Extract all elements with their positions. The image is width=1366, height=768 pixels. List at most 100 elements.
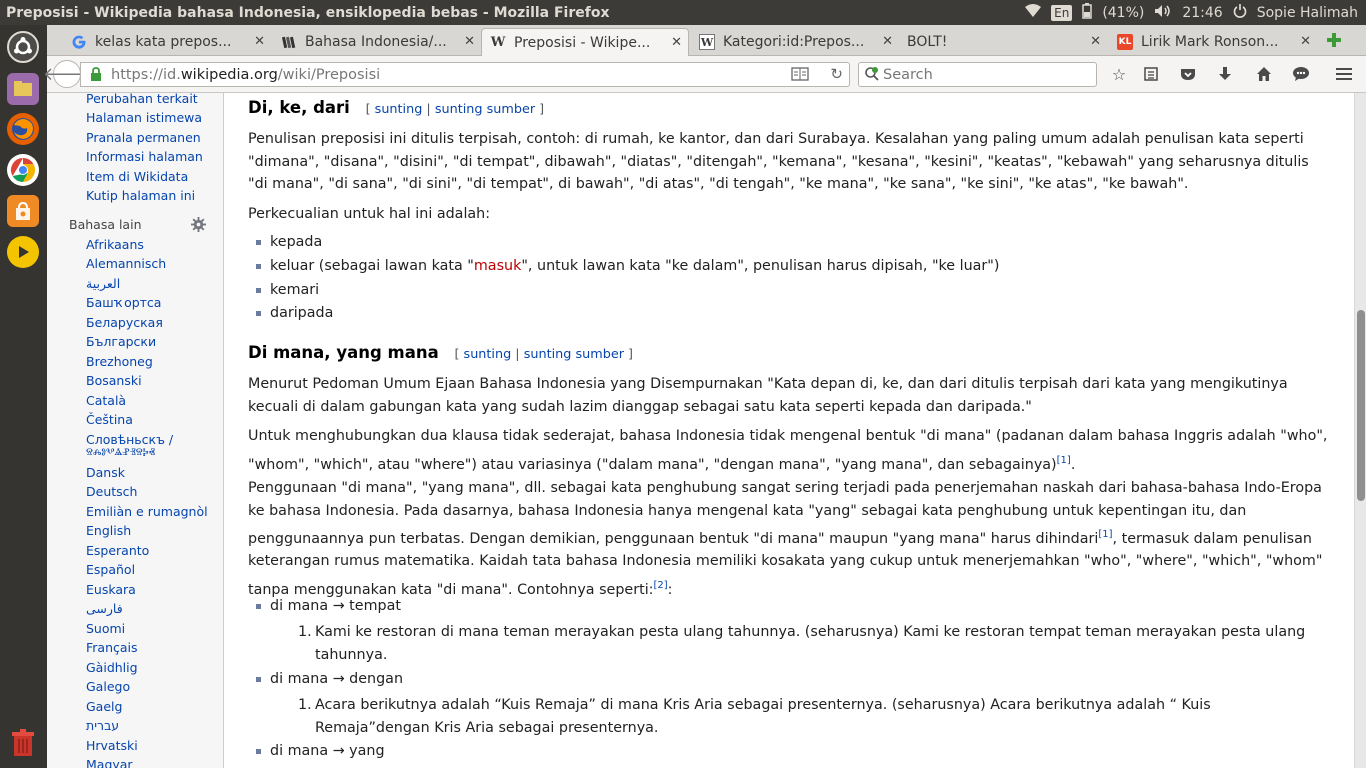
sidebar-language-link[interactable]: Bosanski: [86, 373, 142, 388]
search-input[interactable]: Search: [858, 62, 1097, 87]
sidebar-language-link[interactable]: Afrikaans: [86, 237, 144, 252]
sidebar-language-link[interactable]: Català: [86, 393, 126, 408]
volume-icon[interactable]: [1154, 4, 1172, 22]
edit-link[interactable]: sunting: [464, 347, 512, 362]
sidebar-language-link[interactable]: Euskara: [86, 582, 136, 597]
lock-icon[interactable]: [90, 67, 102, 85]
edit-source-link[interactable]: sunting sumber: [435, 102, 535, 117]
wikipedia-icon: W: [490, 35, 506, 50]
tab-label: Lirik Mark Ronson...: [1141, 34, 1279, 50]
red-link-masuk[interactable]: masuk: [474, 258, 521, 274]
sidebar-tool-link[interactable]: Informasi halaman: [86, 149, 203, 164]
tab-close-icon[interactable]: ✕: [882, 34, 893, 49]
sidebar-language-link[interactable]: Dansk: [86, 465, 125, 480]
sidebar-language-link[interactable]: Brezhoneg: [86, 354, 153, 369]
power-icon[interactable]: [1233, 3, 1247, 22]
user-name[interactable]: Sopie Halimah: [1257, 5, 1358, 21]
gear-icon[interactable]: [191, 217, 206, 236]
plus-icon: [1327, 33, 1341, 47]
sidebar-language-link[interactable]: Emiliàn e rumagnòl: [86, 504, 208, 519]
sidebar-language-link[interactable]: Esperanto: [86, 543, 149, 558]
sidebar-language-link[interactable]: Беларуская: [86, 315, 163, 330]
tab-1[interactable]: kelas kata prepos... ✕: [63, 28, 271, 56]
tab-close-icon[interactable]: ✕: [254, 34, 265, 49]
tab-3-active[interactable]: W Preposisi - Wikipe... ✕: [481, 28, 689, 56]
section-heading: Di mana, yang mana [ sunting | sunting s…: [248, 343, 633, 362]
sidebar-language-link[interactable]: English: [86, 523, 131, 538]
battery-icon[interactable]: [1082, 2, 1093, 23]
chrome-icon[interactable]: [7, 154, 39, 186]
tab-label: Preposisi - Wikipe...: [514, 34, 651, 51]
page-scrollbar[interactable]: [1354, 93, 1366, 768]
sidebar-language-link[interactable]: Gaelg: [86, 699, 122, 714]
sidebar-language-link[interactable]: Български: [86, 334, 156, 349]
edit-section-links: [ sunting | sunting sumber ]: [454, 347, 634, 362]
edit-link[interactable]: sunting: [375, 102, 423, 117]
edit-section-links: [ sunting | sunting sumber ]: [365, 102, 545, 117]
sidebar-language-link[interactable]: Gàidhlig: [86, 660, 138, 675]
media-player-icon[interactable]: [7, 236, 39, 268]
sidebar-language-link[interactable]: Hrvatski: [86, 738, 138, 753]
sidebar-language-link[interactable]: Deutsch: [86, 484, 137, 499]
sidebar-tool-link[interactable]: Item di Wikidata: [86, 169, 188, 184]
keyboard-layout-indicator[interactable]: En: [1051, 4, 1073, 21]
trash-icon[interactable]: [7, 727, 39, 759]
edit-source-link[interactable]: sunting sumber: [524, 347, 624, 362]
back-button[interactable]: 🡐: [43, 60, 91, 88]
clock[interactable]: 21:46: [1182, 5, 1222, 21]
hamburger-menu-icon[interactable]: [1333, 63, 1355, 85]
sidebar-tool-link[interactable]: Perubahan terkait: [86, 93, 198, 106]
wifi-icon[interactable]: [1025, 3, 1042, 22]
tab-6[interactable]: KL Lirik Mark Ronson... ✕: [1109, 28, 1317, 56]
tab-close-icon[interactable]: ✕: [464, 34, 475, 49]
download-icon[interactable]: [1214, 63, 1236, 85]
navigation-toolbar: 🡐 https://id. wikipedia.org/wiki/Preposis…: [43, 56, 1366, 93]
url-prefix: https://id.: [111, 66, 181, 83]
sidebar-language-link[interactable]: Galego: [86, 679, 130, 694]
tab-4[interactable]: W Kategori:id:Prepos... ✕: [691, 28, 899, 56]
tab-5[interactable]: BOLT! ✕: [899, 28, 1107, 56]
sidebar-language-link[interactable]: Magyar: [86, 757, 133, 768]
software-center-icon[interactable]: [7, 195, 39, 227]
reader-view-icon[interactable]: [791, 66, 809, 86]
sidebar-language-link[interactable]: Alemannisch: [86, 256, 166, 271]
firefox-icon[interactable]: [7, 113, 39, 145]
sidebar-language-link[interactable]: Čeština: [86, 412, 133, 427]
ubuntu-icon[interactable]: [7, 31, 39, 63]
window-title: Preposisi - Wikipedia bahasa Indonesia, …: [6, 4, 610, 21]
sidebar-tool-link[interactable]: Kutip halaman ini: [86, 188, 195, 203]
sidebar-language-link[interactable]: Башҡортса: [86, 295, 161, 310]
tab-close-icon[interactable]: ✕: [671, 35, 682, 50]
sidebar-language-link[interactable]: Español: [86, 562, 135, 577]
bookmark-star-icon[interactable]: ☆: [1108, 63, 1130, 85]
scrollbar-thumb[interactable]: [1357, 310, 1365, 501]
system-top-bar: Preposisi - Wikipedia bahasa Indonesia, …: [0, 0, 1366, 25]
sidebar-language-link[interactable]: العربية: [86, 276, 120, 291]
paragraph: Untuk menghubungkan dua klausa tidak sed…: [248, 428, 1328, 473]
section-title: Di, ke, dari: [248, 98, 350, 117]
tab-close-icon[interactable]: ✕: [1090, 34, 1101, 49]
sidebar-language-link[interactable]: עברית: [86, 718, 119, 733]
sidebar-language-link[interactable]: Français: [86, 640, 138, 655]
sidebar-language-link[interactable]: Словѣньскъ /: [86, 432, 173, 447]
list-text: ", untuk lawan kata "ke dalam", penulisa…: [521, 258, 1000, 274]
sidebar-language-link[interactable]: فارسی: [86, 601, 123, 616]
reload-icon[interactable]: ↻: [830, 65, 843, 83]
sidebar-language-link[interactable]: Suomi: [86, 621, 125, 636]
home-icon[interactable]: [1253, 63, 1275, 85]
sidebar-language-link[interactable]: ⰔⰎⰑⰂⰡⰐⰠⰔⰍⰟ: [86, 447, 155, 458]
url-bar[interactable]: https://id. wikipedia.org/wiki/Preposisi …: [80, 62, 850, 87]
search-engine-icon[interactable]: [864, 66, 880, 86]
citation-link[interactable]: [2]: [654, 580, 668, 591]
tab-2[interactable]: Bahasa Indonesia/... ✕: [273, 28, 481, 56]
sidebar-tool-link[interactable]: Pranala permanen: [86, 130, 201, 145]
bookmarks-list-icon[interactable]: [1140, 63, 1162, 85]
new-tab-button[interactable]: [1323, 28, 1345, 52]
citation-link[interactable]: [1]: [1098, 529, 1112, 540]
pocket-icon[interactable]: [1177, 63, 1199, 85]
citation-link[interactable]: [1]: [1057, 455, 1071, 466]
chat-icon[interactable]: [1290, 63, 1312, 85]
tab-close-icon[interactable]: ✕: [1300, 34, 1311, 49]
sidebar-tool-link[interactable]: Halaman istimewa: [86, 110, 202, 125]
files-icon[interactable]: [7, 73, 39, 105]
